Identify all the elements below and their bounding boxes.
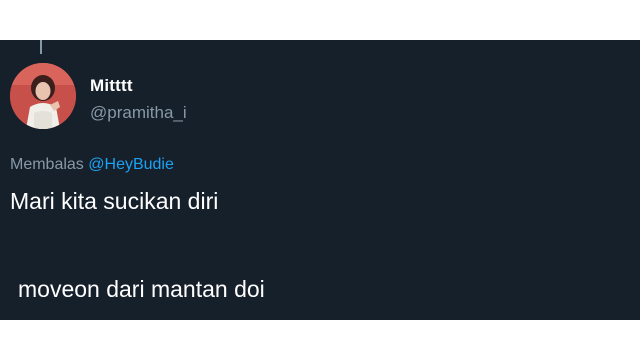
display-name[interactable]: Mitttt [90, 76, 133, 96]
replying-to-label: Membalas [10, 156, 84, 173]
tweet-text-line-1: Mari kita sucikan diri [10, 188, 219, 214]
avatar-photo-icon [10, 63, 76, 129]
thread-connector-line [40, 40, 42, 54]
reply-mention-link[interactable]: @HeyBudie [88, 156, 174, 173]
tweet-card[interactable]: Mitttt @pramitha_i Membalas @HeyBudie Ma… [0, 40, 640, 320]
screenshot-frame: Mitttt @pramitha_i Membalas @HeyBudie Ma… [0, 0, 640, 360]
avatar[interactable] [10, 63, 76, 129]
user-handle[interactable]: @pramitha_i [90, 103, 187, 123]
tweet-text-line-2: moveon dari mantan doi [18, 276, 265, 302]
replying-to-line: Membalas @HeyBudie [10, 156, 174, 174]
